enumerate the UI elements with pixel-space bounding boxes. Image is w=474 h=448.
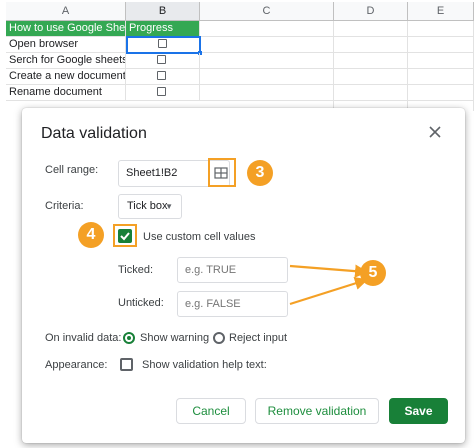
cell-b4[interactable] xyxy=(126,69,200,85)
annotation-badge-5: 5 xyxy=(360,260,386,286)
cell-c1[interactable] xyxy=(200,21,334,37)
help-text-label: Show validation help text: xyxy=(142,359,267,371)
dropdown-caret-icon: ▼ xyxy=(165,202,173,211)
save-button[interactable]: Save xyxy=(389,398,448,424)
cell-b3[interactable] xyxy=(126,53,200,69)
cell-range-label: Cell range: xyxy=(45,164,99,176)
checkbox-icon[interactable] xyxy=(157,55,166,64)
remove-validation-button[interactable]: Remove validation xyxy=(255,398,379,424)
cell-a5[interactable]: Rename document xyxy=(6,85,126,101)
cell-a3[interactable]: Serch for Google sheets xyxy=(6,53,126,69)
dialog-title: Data validation xyxy=(41,125,147,142)
cancel-button[interactable]: Cancel xyxy=(176,398,246,424)
cell-b2-selected[interactable] xyxy=(126,36,201,54)
cell-a2[interactable]: Open browser xyxy=(6,37,126,53)
criteria-value: Tick box xyxy=(127,200,168,212)
criteria-dropdown[interactable]: Tick box ▼ xyxy=(118,194,182,219)
column-header-c[interactable]: C xyxy=(200,2,334,21)
column-header-a[interactable]: A xyxy=(6,2,126,21)
custom-values-checkbox[interactable] xyxy=(118,229,132,243)
help-text-checkbox[interactable] xyxy=(120,358,133,371)
criteria-label: Criteria: xyxy=(45,200,84,212)
custom-values-label: Use custom cell values xyxy=(143,231,256,243)
unticked-input[interactable] xyxy=(177,291,288,317)
grid-select-icon[interactable] xyxy=(214,166,228,184)
checkbox-icon[interactable] xyxy=(157,71,166,80)
cell-a4[interactable]: Create a new document xyxy=(6,69,126,85)
annotation-badge-4: 4 xyxy=(78,222,104,248)
column-header-b[interactable]: B xyxy=(126,2,200,21)
show-warning-label: Show warning xyxy=(140,332,210,344)
appearance-label: Appearance: xyxy=(45,359,108,371)
checkbox-icon[interactable] xyxy=(158,39,167,48)
cell-b1[interactable]: Progress xyxy=(126,21,200,37)
grid-line xyxy=(407,21,408,111)
cell-b5[interactable] xyxy=(126,85,200,101)
annotation-badge-3: 3 xyxy=(247,160,273,186)
reject-input-label: Reject input xyxy=(229,332,288,344)
column-header-d[interactable]: D xyxy=(334,2,408,21)
cell-a1[interactable]: How to use Google Sheets xyxy=(6,21,126,37)
show-warning-radio[interactable] xyxy=(123,332,135,344)
close-icon[interactable] xyxy=(427,126,443,142)
ticked-label: Ticked: xyxy=(118,264,154,276)
invalid-data-label: On invalid data: xyxy=(45,332,122,344)
ticked-input[interactable] xyxy=(177,257,288,283)
unticked-label: Unticked: xyxy=(118,297,164,309)
reject-input-radio[interactable] xyxy=(213,332,225,344)
checkbox-icon[interactable] xyxy=(157,87,166,96)
checkmark-icon xyxy=(120,232,130,241)
column-header-e[interactable]: E xyxy=(408,2,474,21)
data-validation-dialog: Data validation Cell range: Sheet1!B2 3 … xyxy=(22,108,465,443)
